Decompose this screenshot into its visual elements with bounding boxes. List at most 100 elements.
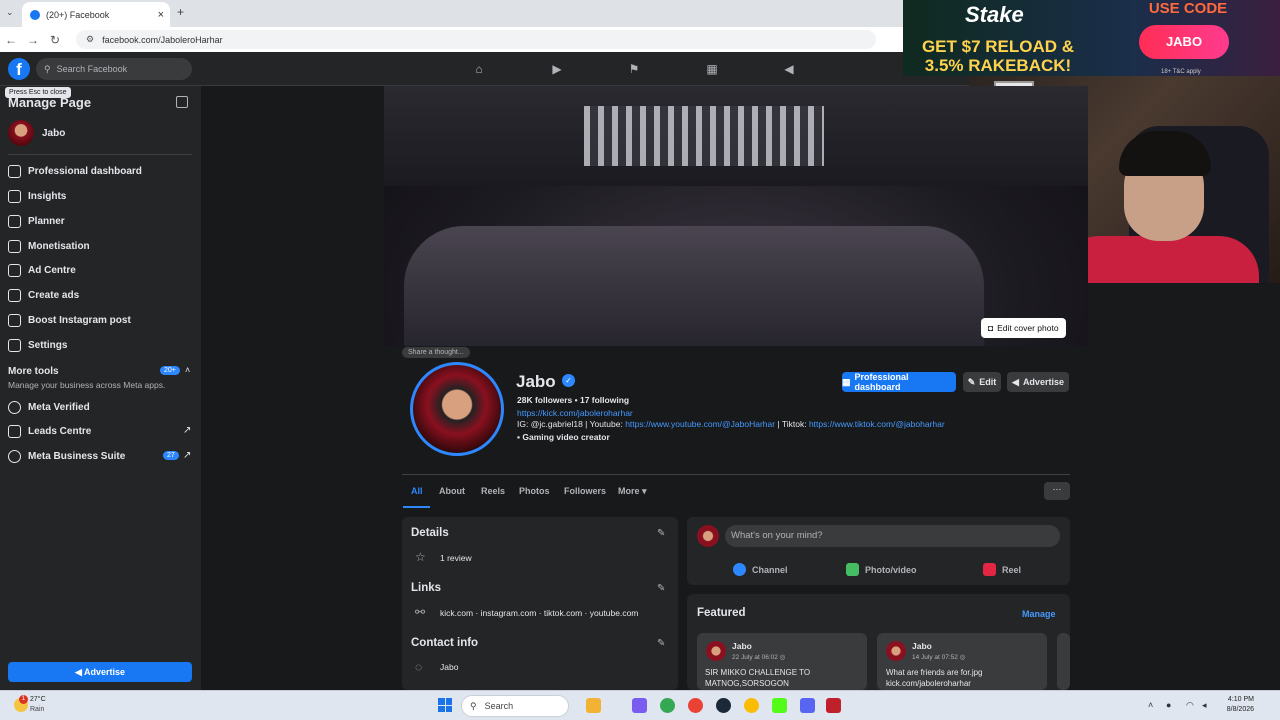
- sidebar-item-meta-business-suite[interactable]: Meta Business Suite: [8, 448, 125, 464]
- sidebar-item-professional-dashboard[interactable]: Professional dashboard: [8, 163, 142, 179]
- composer-avatar: [697, 525, 719, 547]
- dashboard-icon: ▦: [842, 376, 851, 387]
- tab-all[interactable]: All: [411, 486, 423, 496]
- contact-name[interactable]: Jabo: [440, 662, 458, 672]
- url-field[interactable]: ⚙ facebook.com/JaboleroHarhar: [76, 30, 876, 49]
- follower-counts[interactable]: 28K followers • 17 following: [517, 395, 629, 405]
- manage-featured-link[interactable]: Manage: [1022, 609, 1056, 619]
- new-tab-button[interactable]: +: [177, 5, 184, 19]
- tray-chevron-icon[interactable]: ˄: [1148, 700, 1153, 710]
- kick-icon[interactable]: [772, 698, 787, 713]
- back-icon[interactable]: ←: [0, 33, 22, 47]
- forward-icon[interactable]: →: [22, 33, 44, 47]
- weather-badge: 1: [19, 695, 28, 704]
- category-label: Gaming video creator: [522, 432, 610, 442]
- sidebar-item-label: Leads Centre: [28, 425, 92, 437]
- sidebar-item-monetisation[interactable]: Monetisation: [8, 238, 90, 254]
- taskbar-time[interactable]: 4:10 PM: [1222, 696, 1254, 703]
- wifi-icon[interactable]: ◠: [1186, 700, 1194, 711]
- collapse-sidebar-icon[interactable]: [176, 96, 188, 108]
- volume-icon[interactable]: ◂: [1202, 700, 1207, 711]
- edit-cover-photo-button[interactable]: ◘ Edit cover photo: [981, 318, 1066, 338]
- chrome-icon[interactable]: [660, 698, 675, 713]
- sidebar-item-planner[interactable]: Planner: [8, 213, 65, 229]
- streamer-shirt: [1059, 236, 1259, 283]
- insights-icon[interactable]: ▦: [705, 62, 719, 76]
- chevron-up-icon[interactable]: ˄: [185, 365, 190, 375]
- share-thought-bubble[interactable]: Share a thought...: [402, 347, 470, 358]
- sidebar-item-boost-instagram[interactable]: Boost Instagram post: [8, 312, 131, 328]
- steam-icon[interactable]: [716, 698, 731, 713]
- taskbar-date[interactable]: 8/8/2026: [1216, 706, 1254, 713]
- tab-photos[interactable]: Photos: [519, 486, 550, 496]
- facebook-logo-icon[interactable]: f: [8, 58, 30, 80]
- tiktok-link[interactable]: https://www.tiktok.com/@jaboharhar: [809, 419, 945, 429]
- sidebar-item-ad-centre[interactable]: Ad Centre: [8, 262, 76, 278]
- tab-followers[interactable]: Followers: [564, 486, 606, 496]
- leads-icon: [8, 424, 21, 438]
- reload-icon[interactable]: ↻: [44, 33, 66, 47]
- browser-tab[interactable]: (20+) Facebook ×: [22, 2, 170, 27]
- featured-post-partial[interactable]: [1057, 633, 1070, 690]
- links-title: Links: [411, 582, 442, 594]
- page-category: ▪ Gaming video creator: [517, 432, 610, 442]
- professional-dashboard-button[interactable]: ▦ Professional dashboard: [842, 372, 956, 392]
- discord-icon[interactable]: [800, 698, 815, 713]
- close-tab-icon[interactable]: ×: [158, 9, 164, 21]
- site-info-icon[interactable]: ⚙: [86, 34, 94, 45]
- sidebar-item-label: Monetisation: [28, 240, 90, 252]
- chrome-active-icon[interactable]: [744, 698, 759, 713]
- edit-details-icon[interactable]: ✎: [657, 528, 665, 539]
- copilot-icon[interactable]: [632, 698, 647, 713]
- profile-options-button[interactable]: ···: [1044, 482, 1070, 500]
- chrome-profile-icon[interactable]: [688, 698, 703, 713]
- taskbar-search[interactable]: ⚲ Search: [461, 695, 569, 717]
- sidebar-item-settings[interactable]: Settings: [8, 337, 67, 353]
- ad-terms: 18+ T&C apply: [1161, 69, 1201, 75]
- youtube-link[interactable]: https://www.youtube.com/@JaboHarhar: [625, 419, 775, 429]
- ad-offer-line2: 3.5% RAKEBACK!: [924, 56, 1072, 75]
- sidebar-advertise-button[interactable]: ◀ Advertise: [8, 662, 192, 682]
- sidebar-item-meta-verified[interactable]: Meta Verified: [8, 399, 90, 415]
- post-text-line: MATNOG,SORSOGON: [705, 679, 789, 688]
- search-icon: ⚲: [470, 700, 477, 711]
- windows-start-icon[interactable]: [438, 698, 452, 712]
- sidebar-item-create-ads[interactable]: Create ads: [8, 287, 79, 303]
- sidebar-item-label: Professional dashboard: [28, 165, 142, 177]
- tab-more[interactable]: More ▾: [618, 486, 647, 497]
- tab-reels[interactable]: Reels: [481, 486, 505, 496]
- review-count[interactable]: 1 review: [440, 553, 472, 563]
- megaphone-icon: ◀: [74, 667, 85, 677]
- star-icon: ☆: [415, 550, 426, 564]
- app-icon[interactable]: [826, 698, 841, 713]
- sidebar-divider: [8, 154, 192, 155]
- pages-flag-icon[interactable]: ⚑: [627, 62, 641, 76]
- more-tools-heading[interactable]: More tools: [8, 366, 59, 377]
- photo-video-button[interactable]: Photo/video: [846, 563, 917, 576]
- profile-avatar[interactable]: [410, 362, 504, 456]
- edit-links-icon[interactable]: ✎: [657, 583, 665, 594]
- tab-title: (20+) Facebook: [46, 9, 110, 20]
- advertise-button[interactable]: ◀ Advertise: [1007, 372, 1069, 392]
- cover-photo[interactable]: [384, 86, 1088, 346]
- whats-on-your-mind-input[interactable]: What's on your mind?: [725, 525, 1060, 547]
- edit-contact-icon[interactable]: ✎: [657, 638, 665, 649]
- ad-use-code-label: USE CODE: [1148, 0, 1228, 17]
- reel-button[interactable]: Reel: [983, 563, 1021, 576]
- sidebar-item-leads-centre[interactable]: Leads Centre: [8, 423, 91, 439]
- page-switcher[interactable]: Jabo: [8, 120, 65, 146]
- ads-megaphone-icon[interactable]: ◀: [782, 62, 796, 76]
- links-list[interactable]: kick.com · instagram.com · tiktok.com · …: [440, 608, 638, 618]
- video-icon[interactable]: ▶: [550, 62, 564, 76]
- kick-link[interactable]: https://kick.com/jaboleroharhar: [517, 408, 633, 418]
- tab-list-icon[interactable]: ⌄: [6, 7, 14, 18]
- channel-button[interactable]: Channel: [733, 563, 788, 576]
- sidebar-item-label: Insights: [28, 190, 67, 202]
- mic-icon[interactable]: ●: [1166, 700, 1171, 710]
- file-explorer-icon[interactable]: [586, 698, 601, 713]
- search-facebook-input[interactable]: ⚲ Search Facebook: [36, 58, 192, 80]
- edit-profile-button[interactable]: ✎ Edit: [963, 372, 1001, 392]
- tab-about[interactable]: About: [439, 486, 465, 496]
- home-icon[interactable]: ⌂: [472, 62, 486, 76]
- sidebar-item-insights[interactable]: Insights: [8, 188, 66, 204]
